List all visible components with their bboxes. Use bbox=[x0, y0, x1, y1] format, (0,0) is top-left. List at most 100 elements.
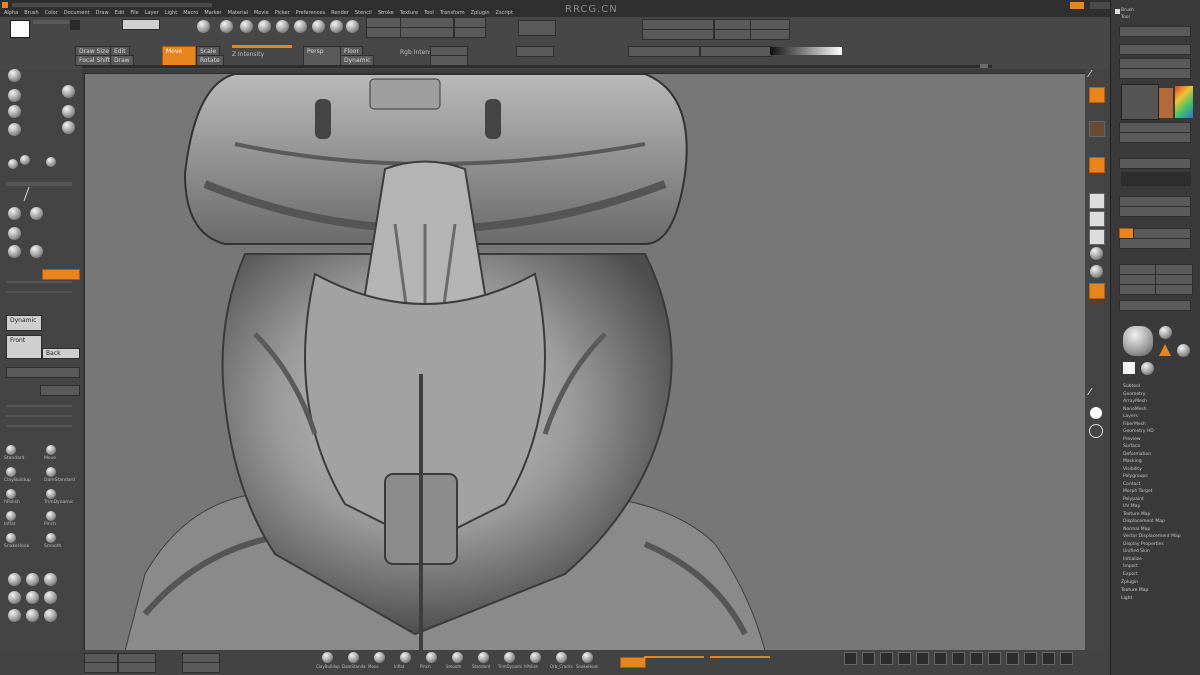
tray-header[interactable]: Brush bbox=[1121, 8, 1134, 13]
window-orange-button[interactable] bbox=[1070, 2, 1084, 9]
menu-item-material[interactable]: Material bbox=[228, 10, 248, 16]
left-brush-standard[interactable]: Standard bbox=[4, 445, 42, 465]
left-orb-1[interactable] bbox=[8, 69, 21, 82]
tray-item[interactable]: Polypaint bbox=[1123, 497, 1144, 502]
tray-item[interactable]: Geometry bbox=[1123, 392, 1145, 397]
menu-item-tool[interactable]: Tool bbox=[424, 10, 434, 16]
menu-item-picker[interactable]: Picker bbox=[275, 10, 290, 16]
floor-icon[interactable] bbox=[1090, 265, 1103, 278]
shelf-button-1[interactable] bbox=[122, 19, 160, 30]
left-slider-4[interactable] bbox=[6, 415, 72, 417]
front-panel-button[interactable]: Front bbox=[6, 335, 42, 359]
bottom-btn-6[interactable] bbox=[182, 662, 220, 673]
tray-preview-1[interactable] bbox=[1121, 84, 1159, 120]
menu-item-render[interactable]: Render bbox=[331, 10, 349, 16]
alpha-slot-1[interactable] bbox=[844, 652, 857, 665]
left-orb-7[interactable] bbox=[8, 123, 21, 136]
menu-item-draw[interactable]: Draw bbox=[96, 10, 109, 16]
menu-item-movie[interactable]: Movie bbox=[254, 10, 269, 16]
menu-item-zplugin[interactable]: Zplugin bbox=[471, 10, 490, 16]
material-orb-5[interactable] bbox=[26, 591, 39, 604]
left-orb-3[interactable] bbox=[8, 89, 21, 102]
tray-btn-11[interactable] bbox=[1119, 238, 1191, 249]
material-orb-4[interactable] bbox=[8, 591, 21, 604]
bottom-brush-snakehook[interactable]: SnakeHook bbox=[576, 652, 600, 672]
material-orb-7[interactable] bbox=[8, 609, 21, 622]
document-canvas[interactable] bbox=[84, 73, 1087, 652]
alpha-slot-11[interactable] bbox=[1024, 652, 1037, 665]
shelf-orb-1[interactable] bbox=[197, 20, 210, 33]
alpha-slot-12[interactable] bbox=[1042, 652, 1055, 665]
bottom-brush-inflat[interactable]: Inflat bbox=[394, 652, 418, 672]
bottom-btn-2[interactable] bbox=[84, 662, 118, 673]
tray-item[interactable]: Subtool bbox=[1123, 384, 1140, 389]
tray-item[interactable]: Displacement Map bbox=[1123, 519, 1165, 524]
tray-item[interactable]: Export bbox=[1123, 572, 1138, 577]
alpha-slot-4[interactable] bbox=[898, 652, 911, 665]
shelf-orb-4[interactable] bbox=[258, 20, 271, 33]
back-panel-button[interactable]: Back bbox=[42, 348, 80, 359]
left-orange-button[interactable] bbox=[42, 269, 80, 280]
shelf-orb-9[interactable] bbox=[346, 20, 359, 33]
left-brush-pinch[interactable]: Pinch bbox=[44, 511, 82, 531]
tray-footer-item[interactable]: Zplugin bbox=[1121, 580, 1138, 585]
left-slider-5[interactable] bbox=[6, 425, 72, 427]
material-orb-8[interactable] bbox=[26, 609, 39, 622]
material-orb-9[interactable] bbox=[44, 609, 57, 622]
tool-shape-icon[interactable] bbox=[1159, 344, 1171, 356]
bottom-slider-1[interactable] bbox=[644, 656, 704, 658]
bottom-slider-2[interactable] bbox=[710, 656, 770, 658]
tray-item[interactable]: Normal Map bbox=[1123, 527, 1150, 532]
left-orb-6[interactable] bbox=[62, 121, 75, 134]
left-brush-smooth[interactable]: Smooth bbox=[44, 533, 82, 553]
shelf-btn-top-8[interactable] bbox=[642, 29, 714, 40]
tray-btn-9[interactable] bbox=[1119, 206, 1191, 217]
left-orb-8[interactable] bbox=[20, 155, 30, 165]
alpha-slot-9[interactable] bbox=[988, 652, 1001, 665]
shelf-btn-top-4[interactable] bbox=[400, 27, 454, 38]
tray-subheader[interactable]: Tool bbox=[1121, 15, 1130, 20]
left-slider-1[interactable] bbox=[6, 281, 72, 283]
tray-item[interactable]: Deformation bbox=[1123, 452, 1151, 457]
alpha-slot-5[interactable] bbox=[916, 652, 929, 665]
tray-item[interactable]: Texture Map bbox=[1123, 512, 1150, 517]
tool-orb-2[interactable] bbox=[1177, 344, 1190, 357]
menu-item-marker[interactable]: Marker bbox=[204, 10, 221, 16]
tray-btn-16[interactable] bbox=[1119, 284, 1157, 295]
tray-btn-7[interactable] bbox=[1119, 158, 1191, 169]
left-slider-2[interactable] bbox=[6, 291, 72, 293]
tray-item[interactable]: Visibility bbox=[1123, 467, 1142, 472]
bottom-brush-damstandard[interactable]: DamStandard bbox=[342, 652, 366, 672]
tray-item[interactable]: UV Map bbox=[1123, 504, 1140, 509]
left-wide-button-1[interactable] bbox=[6, 367, 80, 378]
tool-orb-3[interactable] bbox=[1141, 362, 1154, 375]
tray-footer-item[interactable]: Texture Map bbox=[1121, 588, 1148, 593]
shelf-orb-7[interactable] bbox=[312, 20, 325, 33]
left-orb-11[interactable] bbox=[8, 207, 21, 220]
menu-item-macro[interactable]: Macro bbox=[183, 10, 198, 16]
tool-orb-1[interactable] bbox=[1159, 326, 1172, 339]
tray-item[interactable]: FiberMesh bbox=[1123, 422, 1146, 427]
left-brush-inflat[interactable]: Inflat bbox=[4, 511, 42, 531]
tray-item[interactable]: Morph Target bbox=[1123, 489, 1153, 494]
dynamic-panel-button[interactable]: Dynamic bbox=[6, 315, 42, 331]
tray-item[interactable]: Vector Displacement Map bbox=[1123, 534, 1181, 539]
persp-icon[interactable] bbox=[1090, 247, 1103, 260]
z-intensity-slider[interactable] bbox=[232, 45, 292, 48]
shelf-btn-top-10[interactable] bbox=[714, 29, 754, 40]
shelf-btn-top-6[interactable] bbox=[454, 27, 486, 38]
menu-item-transform[interactable]: Transform bbox=[440, 10, 465, 16]
material-orb-3[interactable] bbox=[44, 573, 57, 586]
left-orb-15[interactable] bbox=[30, 245, 43, 258]
bottom-btn-4[interactable] bbox=[118, 662, 156, 673]
tray-preview-2[interactable] bbox=[1159, 88, 1173, 118]
color-picker-icon[interactable] bbox=[1175, 86, 1193, 118]
left-orb-4[interactable] bbox=[8, 105, 21, 118]
menu-item-texture[interactable]: Texture bbox=[400, 10, 418, 16]
shelf-row2-btn-3[interactable] bbox=[516, 46, 554, 57]
menu-item-brush[interactable]: Brush bbox=[24, 10, 38, 16]
tray-btn-1[interactable] bbox=[1119, 26, 1191, 37]
tray-btn-4[interactable] bbox=[1119, 68, 1191, 79]
edit-logo-icon[interactable]: ⁄ bbox=[1089, 69, 1105, 81]
stroke-icon[interactable] bbox=[23, 187, 42, 201]
